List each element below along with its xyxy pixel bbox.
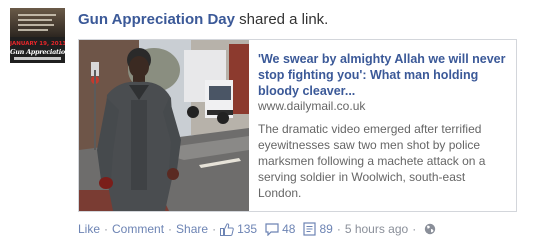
feed-story: JANUARY 19, 2013 Gun Appreciation Day Gu… (0, 0, 540, 247)
likes-count[interactable]: 135 (220, 222, 257, 236)
shares-count[interactable]: 89 (303, 222, 333, 236)
comments-count-value: 48 (282, 222, 296, 236)
likes-count-value: 135 (237, 222, 258, 236)
story-header: Gun Appreciation Day shared a link. (78, 11, 328, 28)
link-thumbnail[interactable] (79, 40, 249, 211)
story-action: shared a link. (234, 11, 329, 28)
separator: · (412, 222, 417, 236)
separator: · (336, 222, 341, 236)
avatar-text-line (18, 19, 52, 21)
page-avatar[interactable]: JANUARY 19, 2013 Gun Appreciation Day (10, 8, 65, 63)
story-footer: Like · Comment · Share · 135 48 89 · 5 h… (78, 222, 436, 236)
avatar-date: JANUARY 19, 2013 (10, 41, 65, 47)
avatar-photo-area (10, 8, 65, 37)
comment-bubble-icon (265, 222, 279, 236)
link-description: The dramatic video emerged after terrifi… (258, 122, 486, 200)
share-icon (303, 222, 317, 236)
avatar-text-line (18, 24, 54, 26)
like-link[interactable]: Like (78, 222, 100, 236)
shared-link-card[interactable]: 'We swear by almighty Allah we will neve… (78, 39, 517, 212)
separator: · (104, 222, 109, 236)
shares-count-value: 89 (319, 222, 333, 236)
separator: · (212, 222, 217, 236)
comments-count[interactable]: 48 (265, 222, 295, 236)
share-link[interactable]: Share (176, 222, 208, 236)
avatar-text-line (18, 29, 48, 31)
timestamp[interactable]: 5 hours ago (345, 222, 408, 236)
globe-icon (425, 223, 436, 235)
comment-link[interactable]: Comment (112, 222, 164, 236)
avatar-title: Gun Appreciation Day (10, 48, 65, 56)
privacy-indicator[interactable] (424, 223, 436, 235)
thumbs-up-icon (220, 222, 234, 236)
link-title[interactable]: 'We swear by almighty Allah we will neve… (258, 51, 508, 99)
link-domain: www.dailymail.co.uk (258, 99, 366, 113)
author-name[interactable]: Gun Appreciation Day (78, 11, 235, 28)
separator: · (168, 222, 173, 236)
avatar-bar (14, 57, 61, 60)
avatar-text-line (18, 14, 56, 16)
thumbnail-image (79, 40, 249, 211)
